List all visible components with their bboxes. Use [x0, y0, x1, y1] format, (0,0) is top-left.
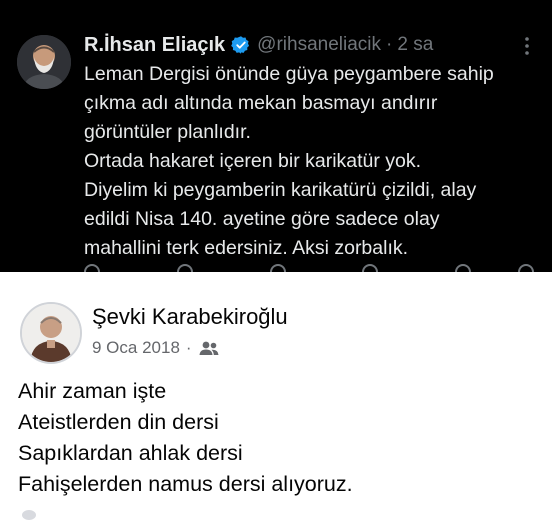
friends-icon[interactable]: [198, 340, 220, 356]
tweet-author-name[interactable]: R.İhsan Eliaçık: [84, 34, 225, 57]
facebook-meta-separator: ·: [185, 338, 192, 357]
facebook-post-text: Ahir zaman işte Ateistlerden din dersi S…: [18, 376, 538, 500]
tweet-text-line: görüntüler planlıdır.: [84, 121, 251, 143]
bookmark-button[interactable]: [455, 264, 472, 272]
tweet-text-line: edildi Nisa 140. ayetine göre sadece ola…: [84, 208, 440, 230]
tweet-action-bar: [84, 264, 534, 272]
share-icon: [517, 264, 534, 272]
tweet-text-line: çıkma adı altında mekan basmayı andırır: [84, 92, 438, 114]
tweet-text-line: mahallini terk edersiniz. Aksi zorbalık.: [84, 237, 409, 259]
tweet-author-avatar[interactable]: [17, 35, 71, 89]
retweet-icon: [176, 264, 193, 272]
facebook-post-line: Fahişelerden namus dersi alıyoruz.: [18, 472, 353, 496]
heart-icon: [269, 264, 286, 272]
more-vertical-icon[interactable]: [524, 36, 530, 56]
tweet-text-line: Ortada hakaret içeren bir karikatür yok.: [84, 150, 422, 172]
like-button[interactable]: [269, 264, 316, 272]
verified-badge-icon: [231, 35, 251, 55]
facebook-author-name[interactable]: Şevki Karabekiroğlu: [92, 304, 288, 330]
tweet-author-handle[interactable]: @rihsaneliacik: [257, 34, 381, 56]
reply-icon: [84, 264, 100, 272]
facebook-post-date[interactable]: 9 Oca 2018: [92, 338, 180, 358]
tweet-header-separator: ·: [386, 34, 393, 55]
facebook-post-line: Ahir zaman işte: [18, 379, 167, 403]
tweet-text-line: Diyelim ki peygamberin karikatürü çizild…: [84, 179, 477, 201]
tweet-timestamp[interactable]: 2 sa: [397, 34, 433, 56]
facebook-post-line: Sapıklardan ahlak dersi: [18, 441, 243, 465]
reply-button[interactable]: [84, 264, 130, 272]
views-icon: [362, 264, 379, 272]
facebook-post-card: Şevki Karabekiroğlu 9 Oca 2018 · Ahir za…: [0, 272, 552, 520]
tweet-text-line: Leman Dergisi önünde güya peygambere sah…: [84, 63, 494, 85]
facebook-author-avatar[interactable]: [20, 302, 82, 364]
share-button[interactable]: [517, 264, 534, 272]
facebook-post-meta: 9 Oca 2018 ·: [92, 338, 220, 358]
reaction-icon[interactable]: [22, 510, 36, 520]
views-button[interactable]: [362, 264, 408, 272]
tweet-text: Leman Dergisi önünde güya peygambere sah…: [84, 60, 534, 263]
bookmark-icon: [455, 264, 472, 272]
tweet-card: R.İhsan Eliaçık @rihsaneliacik · 2 sa Le…: [0, 0, 552, 272]
retweet-button[interactable]: [176, 264, 223, 272]
facebook-post-line: Ateistlerden din dersi: [18, 410, 219, 434]
tweet-header: R.İhsan Eliaçık @rihsaneliacik · 2 sa: [84, 32, 433, 58]
